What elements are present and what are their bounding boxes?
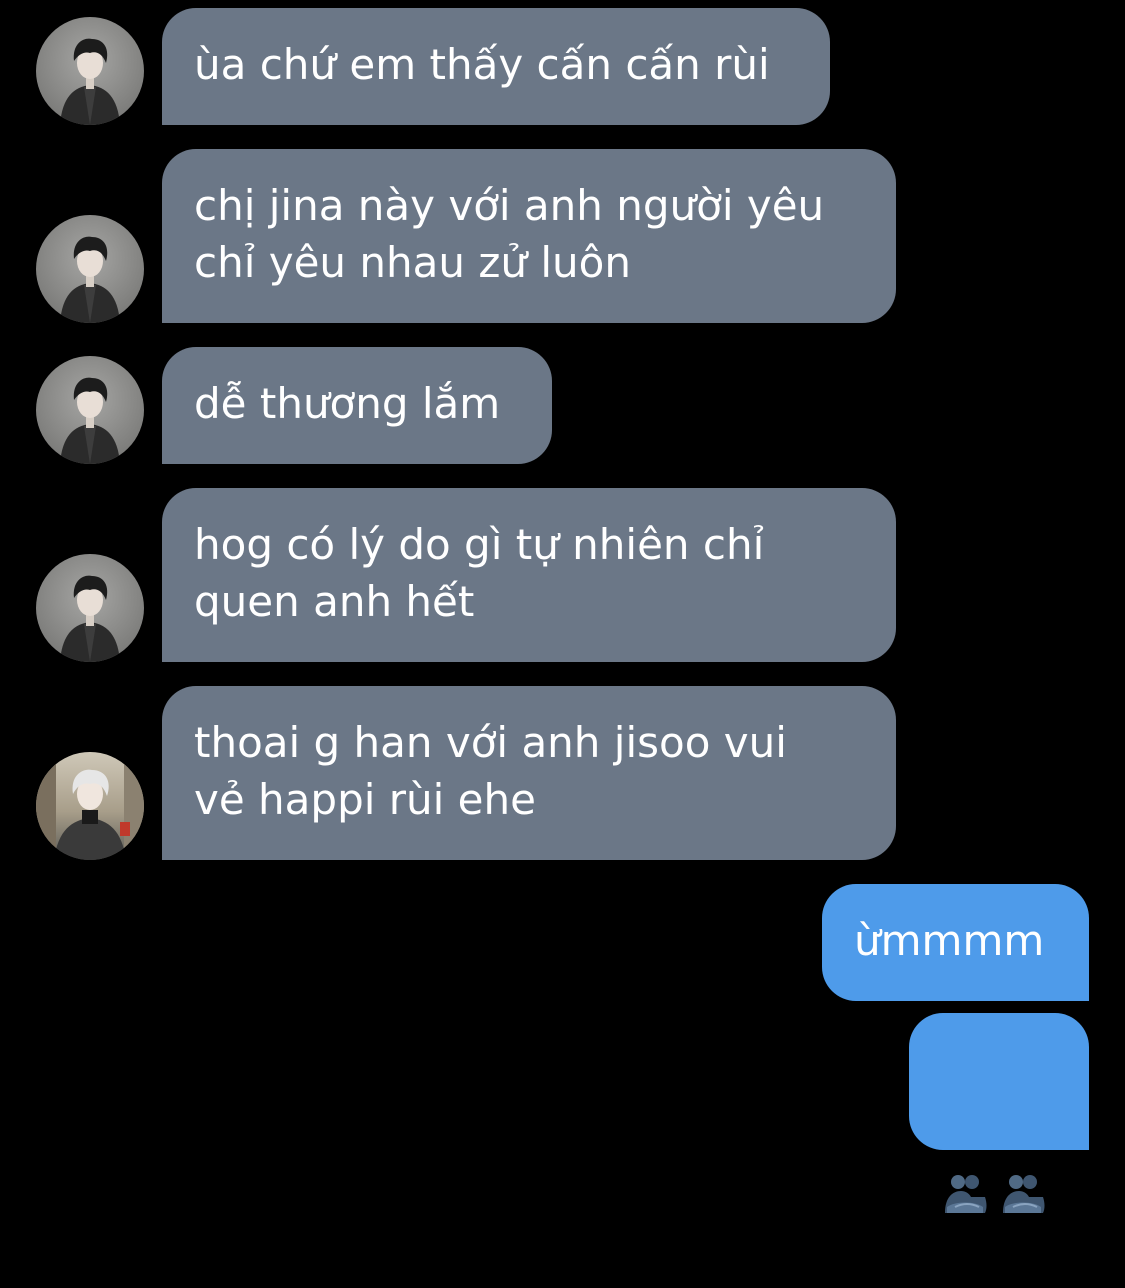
dark-haired-boy-avatar-icon <box>60 38 120 125</box>
message-bubble[interactable]: thoai g han với anh jisoo vui vẻ happi r… <box>162 686 896 860</box>
sender-avatar[interactable] <box>36 554 144 662</box>
message-bubble[interactable]: hog có lý do gì tự nhiên chỉ quen anh hế… <box>162 488 896 662</box>
people-hugging-icon <box>999 1112 1047 1231</box>
emoji-message-bubble[interactable] <box>909 1013 1089 1213</box>
sender-avatar[interactable] <box>36 752 144 860</box>
message-bubble[interactable]: dễ thương lắm <box>162 347 552 464</box>
people-hugging-icon <box>941 1112 989 1231</box>
silver-haired-boy-avatar-icon <box>36 752 144 860</box>
sender-avatar[interactable] <box>36 215 144 323</box>
message-bubble[interactable]: ừmmmm <box>822 884 1089 1001</box>
sender-avatar[interactable] <box>36 17 144 125</box>
dark-haired-boy-avatar-icon <box>60 377 120 464</box>
dark-haired-boy-avatar-icon <box>60 236 120 323</box>
dark-haired-boy-avatar-icon <box>60 575 120 662</box>
sender-avatar[interactable] <box>36 356 144 464</box>
message-bubble[interactable]: ùa chứ em thấy cấn cấn rùi <box>162 8 830 125</box>
message-bubble[interactable]: chị jina này với anh người yêu chỉ yêu n… <box>162 149 896 323</box>
